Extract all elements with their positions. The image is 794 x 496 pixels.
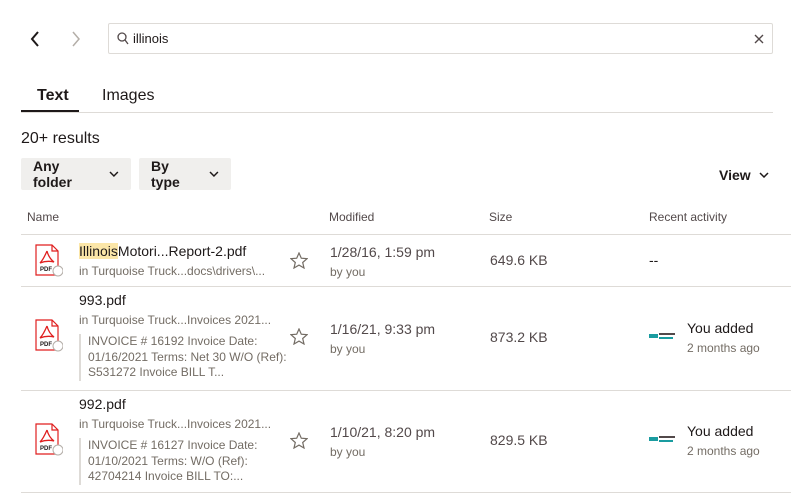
view-button[interactable]: View [719,167,769,183]
type-filter-label: By type [151,158,180,190]
type-filter-button[interactable]: By type [139,158,231,190]
name-highlight: Illinois [79,243,118,259]
search-input[interactable] [133,24,733,53]
tab-images[interactable]: Images [102,87,154,105]
close-icon [754,34,764,44]
column-header-activity[interactable]: Recent activity [649,210,727,224]
table-row[interactable]: PDF 992.pdf in Turquoise Truck...Invoice… [21,391,791,492]
modified-by: by you [330,445,366,459]
back-button[interactable] [21,25,49,53]
recent-activity: -- [649,252,659,268]
forward-button[interactable] [62,25,90,53]
content-snippet: INVOICE # 16192 Invoice Date: 01/16/2021… [79,334,288,381]
file-path[interactable]: in Turquoise Truck...Invoices 2021... [79,313,271,327]
tabs-divider [21,112,773,113]
search-icon [117,32,129,45]
file-name[interactable]: IllinoisMotori...Report-2.pdf [79,243,246,259]
tab-text[interactable]: Text [37,87,69,105]
search-bar [108,23,773,54]
file-path[interactable]: in Turquoise Truck...docs\drivers\... [79,264,265,278]
pdf-file-icon: PDF [35,244,63,277]
modified-date: 1/28/16, 1:59 pm [330,244,436,260]
chevron-right-icon [72,31,80,47]
file-name[interactable]: 993.pdf [79,292,126,308]
chevron-down-icon [209,171,219,177]
activity-time: 2 months ago [687,444,760,458]
star-icon[interactable] [290,432,308,449]
pdf-file-icon: PDF [35,423,63,456]
name-rest: Motori...Report-2.pdf [117,243,247,259]
activity-text: You added [687,423,754,439]
modified-date: 1/16/21, 9:33 pm [330,321,436,337]
file-size: 829.5 KB [490,432,548,448]
avatar [649,333,675,339]
file-size: 873.2 KB [490,329,548,345]
column-header-name[interactable]: Name [27,210,59,224]
folder-filter-button[interactable]: Any folder [21,158,131,190]
chevron-down-icon [109,171,119,177]
star-icon[interactable] [290,328,308,345]
chevron-left-icon [30,31,39,47]
modified-date: 1/10/21, 8:20 pm [330,424,436,440]
activity-text: You added [687,320,754,336]
activity-time: 2 months ago [687,341,760,355]
results-count: 20+ results [21,130,100,147]
chevron-down-icon [759,172,769,178]
file-path[interactable]: in Turquoise Truck...Invoices 2021... [79,417,271,431]
pdf-file-icon: PDF [35,319,63,352]
svg-text:PDF: PDF [40,446,52,452]
star-icon[interactable] [290,252,308,269]
table-row[interactable]: PDF IllinoisMotori...Report-2.pdf in Tur… [21,235,791,286]
active-tab-indicator [21,110,79,112]
file-name[interactable]: 992.pdf [79,396,126,412]
file-size: 649.6 KB [490,252,548,268]
modified-by: by you [330,265,366,279]
row-divider [21,492,791,493]
content-snippet: INVOICE # 16127 Invoice Date: 01/10/2021… [79,438,288,485]
column-header-size[interactable]: Size [489,210,512,224]
column-header-modified[interactable]: Modified [329,210,374,224]
modified-by: by you [330,342,366,356]
avatar [649,436,675,442]
view-label: View [719,167,751,183]
svg-text:PDF: PDF [40,342,52,348]
svg-text:PDF: PDF [40,267,52,273]
folder-filter-label: Any folder [33,158,72,190]
table-row[interactable]: PDF 993.pdf in Turquoise Truck...Invoice… [21,287,791,390]
clear-search-button[interactable] [751,31,767,47]
